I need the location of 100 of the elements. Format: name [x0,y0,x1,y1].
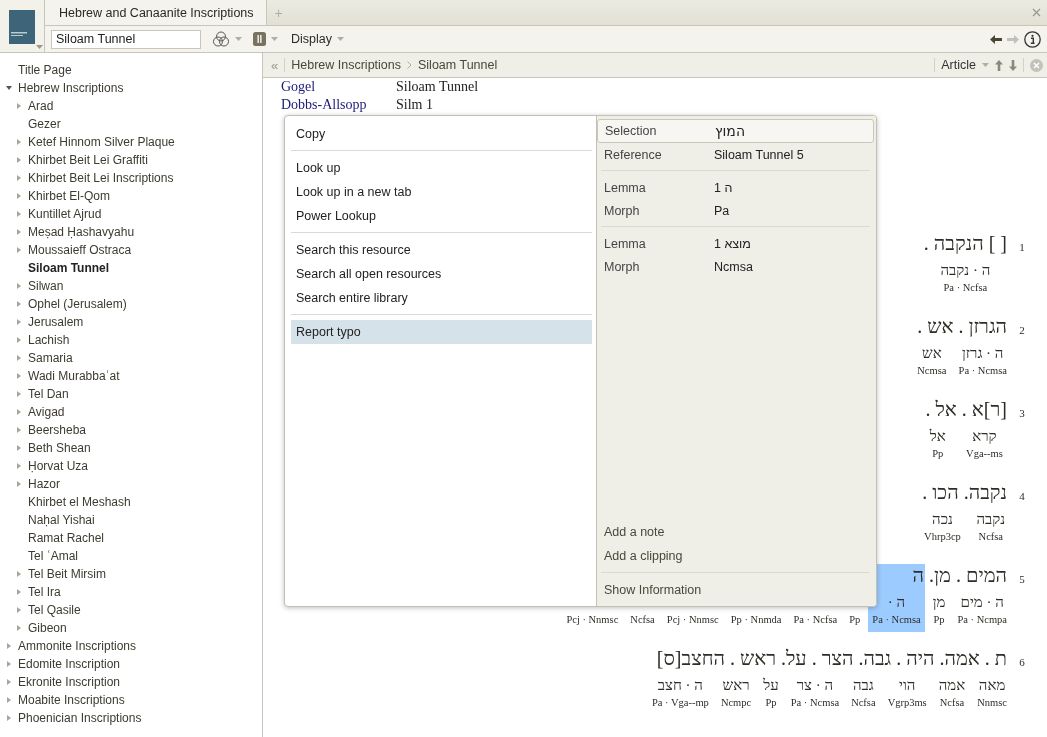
tree-item[interactable]: Hazor [28,477,60,491]
word-morph: Pcj · Nnmsc [566,614,619,627]
tree-item[interactable]: Khirbet Beit Lei Graffiti [28,153,148,167]
tree-item[interactable]: Hebrew Inscriptions [18,81,124,95]
tree-item[interactable]: Meṣad Ḥashavyahu [28,225,135,239]
expander-icon[interactable] [6,85,12,91]
tab[interactable]: Hebrew and Canaanite Inscriptions [45,0,267,25]
breadcrumb-link[interactable]: Siloam Tunnel [418,58,498,72]
word-lemma: אל [929,428,946,446]
word-morph: Pa · Vga--mp [651,697,709,710]
info-label: Reference [603,147,663,162]
book-cover-icon[interactable] [9,10,35,44]
menu-item[interactable]: Report typo [291,320,592,344]
word-morph: Ncmpc [720,697,752,710]
info-label: Morph [603,259,641,274]
tree-item[interactable]: Title Page [18,63,72,77]
tree-item[interactable]: Silwan [28,279,64,293]
menu-item[interactable]: Add a clipping [597,544,874,568]
word-morph: Pp [932,448,944,461]
breadcrumb-link[interactable]: Hebrew Inscriptions [291,58,401,72]
menu-item[interactable]: Power Lookup [291,204,592,228]
info-value: ה 1 [714,180,733,195]
tree-item[interactable]: Khirbet Beit Lei Inscriptions [28,171,174,185]
tree-item[interactable]: Beersheba [28,423,87,437]
word-lemma: גבה [852,677,874,695]
tree-item[interactable]: Khirbet el Meshash [28,495,131,509]
tree-item[interactable]: Beth Shean [28,441,91,455]
word-morph: Pa · Ncfsa [793,614,838,627]
caret-icon[interactable] [337,37,344,41]
inscription-line: הגרזן . אש . [917,315,1007,339]
word-lemma: מן [932,594,946,612]
close-icon[interactable] [1030,58,1043,72]
search-field[interactable]: Siloam Tunnel [51,29,201,49]
line-number: 2 [1018,324,1026,336]
tree-item[interactable]: Kuntillet Ajrud [28,207,102,221]
info-value: מוצא 1 [714,236,751,251]
tree-item[interactable]: Jerusalem [28,315,84,329]
tree-item[interactable]: Tel ʿAmal [28,549,78,563]
tree-item[interactable]: Moabite Inscriptions [18,693,125,707]
tree-item[interactable]: Gibeon [28,621,67,635]
inscription-line: ת . אמה. היה . גבה. הצר . על. ראש . החצב[ס] [656,647,1007,671]
tree-item[interactable]: Ammonite Inscriptions [18,639,137,653]
word-lemma: אמה [938,677,966,695]
tree-item[interactable]: Ramat Rachel [28,531,105,545]
word-morph: Ncfsa [939,697,965,710]
tree-item[interactable]: Siloam Tunnel [28,261,110,275]
menu-item[interactable]: Search entire library [291,286,592,310]
close-icon[interactable] [1032,8,1041,17]
caret-icon[interactable] [271,37,278,41]
tree-item[interactable]: Ketef Hinnom Silver Plaque [28,135,175,149]
menu-item[interactable]: Look up [291,156,592,180]
tree-item[interactable]: Edomite Inscription [18,657,121,671]
tree-item[interactable]: Tel Qasile [28,603,81,617]
tree-item[interactable]: Naḥal Yishai [28,513,95,527]
word-lemma: אש [922,345,942,363]
back-arrow-icon[interactable] [990,34,1002,44]
line-number: 6 [1018,656,1026,668]
tree-item[interactable]: Avigad [28,405,65,419]
tree-item[interactable]: Gezer [28,117,61,131]
word-lemma: ה · [887,594,906,612]
inscription-line: נקבה. הכו . [922,481,1007,505]
tree-item[interactable]: Tel Ira [28,585,61,599]
display-menu[interactable]: Display [291,32,332,46]
venn-icon[interactable] [212,31,230,47]
caret-icon[interactable] [36,45,43,49]
tree-item[interactable]: Tel Dan [28,387,69,401]
tree-item[interactable]: Moussaieff Ostraca [28,243,132,257]
tree-item[interactable]: Ḥorvat Uza [28,459,89,473]
up-arrow-icon[interactable] [995,59,1003,71]
tree-item[interactable]: Ekronite Inscription [18,675,121,689]
panel-icon[interactable] [253,32,266,46]
tree-item[interactable]: Khirbet El-Qom [28,189,111,203]
word-lemma: ראש [722,677,750,695]
tree-item[interactable]: Tel Beit Mirsim [28,567,106,581]
info-label: Lemma [603,236,647,251]
word-morph: Ncfsa [630,614,655,627]
chevron-icon [407,61,412,69]
word-morph: Pa · Ncmpa [957,614,1007,627]
menu-item[interactable]: Show Information [597,578,874,602]
tree-item[interactable]: Samaria [28,351,73,365]
menu-item[interactable]: Copy [291,122,592,146]
word-lemma: נכה [932,511,953,529]
info-value: Ncmsa [714,259,753,274]
menu-item[interactable]: Search all open resources [291,262,592,286]
info-icon[interactable] [1024,30,1041,48]
tree-item[interactable]: Ophel (Jerusalem) [28,297,127,311]
tree-item[interactable]: Arad [28,99,54,113]
menu-item[interactable]: Search this resource [291,238,592,262]
tree-item[interactable]: Lachish [28,333,70,347]
word-lemma: ה · גרזן [962,345,1004,363]
caret-icon[interactable] [235,37,242,41]
tree-item[interactable]: Wadi Murabbaʿat [28,369,120,383]
down-arrow-icon[interactable] [1009,59,1017,71]
view-menu[interactable]: Article [941,58,976,72]
menu-item[interactable]: Look up in a new tab [291,180,592,204]
tree-item[interactable]: Phoenician Inscriptions [18,711,142,725]
word-lemma: ה · חצב [657,677,703,695]
word-lemma: ה · מים [960,594,1004,612]
menu-item[interactable]: Add a note [597,520,874,544]
caret-icon[interactable] [982,63,989,67]
